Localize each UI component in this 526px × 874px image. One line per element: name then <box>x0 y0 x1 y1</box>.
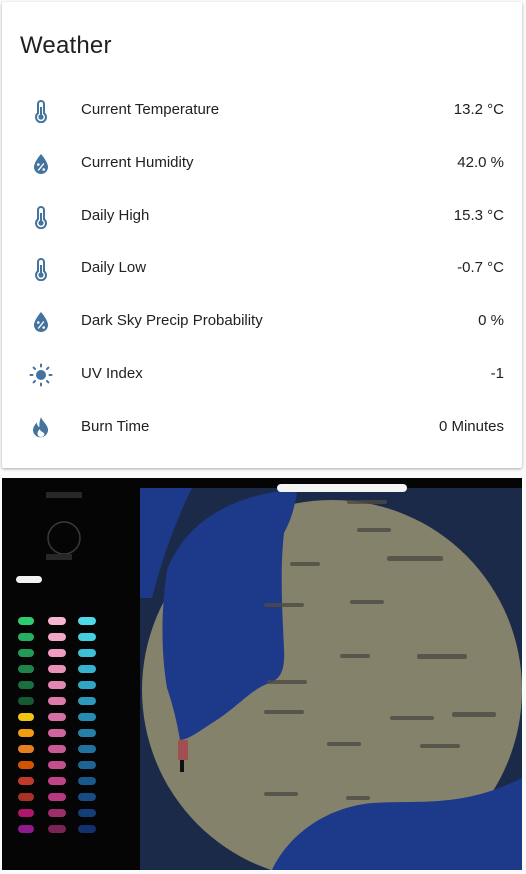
entity-row-current-humidity[interactable]: Current Humidity 42.0 % <box>2 137 522 189</box>
entity-label: Burn Time <box>81 418 150 435</box>
entity-label: Daily High <box>81 207 150 224</box>
entity-label: Current Humidity <box>81 154 194 171</box>
card-title: Weather <box>20 32 112 59</box>
entity-value: -0.7 °C <box>457 259 504 276</box>
entity-row-daily-high[interactable]: Daily High 15.3 °C <box>2 190 522 242</box>
entity-row-uv-index[interactable]: UV Index -1 <box>2 348 522 400</box>
entity-label: Daily Low <box>81 259 147 276</box>
entity-row-burn-time[interactable]: Burn Time 0 Minutes <box>2 401 522 453</box>
water-percent-icon <box>28 151 54 177</box>
entity-value: 15.3 °C <box>453 207 504 224</box>
thermometer-icon <box>28 204 54 230</box>
weather-card: Weather Current Temperature 13.2 °C Curr… <box>2 2 522 468</box>
thermometer-icon <box>28 98 54 124</box>
entity-row-daily-low[interactable]: Daily Low -0.7 °C <box>2 242 522 294</box>
fire-icon <box>28 415 54 441</box>
thermometer-icon <box>28 256 54 282</box>
entity-value: -1 <box>490 365 504 382</box>
entity-label: Dark Sky Precip Probability <box>81 312 263 329</box>
location-marker <box>178 740 188 760</box>
entity-value: 0 % <box>478 312 504 329</box>
entity-value: 13.2 °C <box>453 101 504 118</box>
radar-map[interactable] <box>2 478 522 870</box>
entity-value: 0 Minutes <box>438 418 504 435</box>
water-percent-icon <box>28 309 54 335</box>
map-attribution-bar <box>277 484 407 492</box>
entity-row-precip-probability[interactable]: Dark Sky Precip Probability 0 % <box>2 295 522 347</box>
entity-row-current-temperature[interactable]: Current Temperature 13.2 °C <box>2 84 522 136</box>
entity-label: Current Temperature <box>81 101 220 118</box>
sun-icon <box>28 362 54 388</box>
radar-map-canvas <box>2 478 522 870</box>
entity-label: UV Index <box>81 365 143 382</box>
entity-value: 42.0 % <box>457 154 504 171</box>
